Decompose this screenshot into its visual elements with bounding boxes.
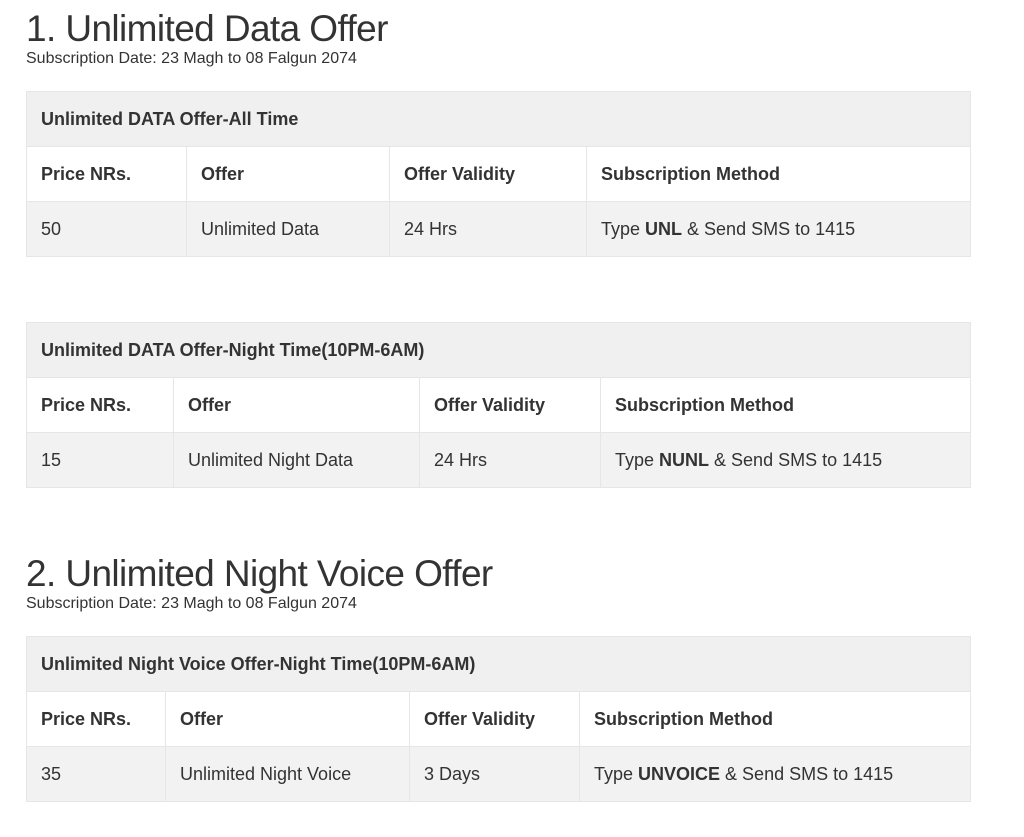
method-cell: Type NUNL & Send SMS to 1415 <box>599 432 972 488</box>
method-suffix: & Send SMS to 1415 <box>709 449 883 470</box>
section-title-night-voice: 2. Unlimited Night Voice Offer <box>26 553 493 594</box>
sms-keyword: UNL <box>645 218 683 239</box>
column-header-method: Subscription Method <box>578 691 972 747</box>
price-cell: 50 <box>26 201 187 257</box>
table-row: 15 Unlimited Night Data 24 Hrs Type NUNL… <box>26 432 972 488</box>
table-row: 35 Unlimited Night Voice 3 Days Type UNV… <box>26 746 972 802</box>
table-header-row: Price NRs. Offer Offer Validity Subscrip… <box>26 691 972 747</box>
column-header-offer: Offer <box>186 146 390 202</box>
table-caption: Unlimited Night Voice Offer-Night Time(1… <box>25 636 972 692</box>
offer-cell: Unlimited Night Data <box>173 432 420 488</box>
table-caption-row: Unlimited DATA Offer-All Time <box>25 91 972 147</box>
validity-cell: 24 Hrs <box>419 432 601 488</box>
subscription-date: Subscription Date: 23 Magh to 08 Falgun … <box>26 595 357 612</box>
column-header-validity: Offer Validity <box>409 691 580 747</box>
validity-cell: 3 Days <box>409 746 580 802</box>
table-caption-row: Unlimited DATA Offer-Night Time(10PM-6AM… <box>25 322 972 378</box>
offer-cell: Unlimited Data <box>186 201 390 257</box>
table-header-row: Price NRs. Offer Offer Validity Subscrip… <box>26 146 972 202</box>
sms-keyword: UNVOICE <box>638 763 721 784</box>
column-header-method: Subscription Method <box>599 377 972 433</box>
column-header-validity: Offer Validity <box>419 377 601 433</box>
offer-cell: Unlimited Night Voice <box>165 746 410 802</box>
offer-table-data-night-time: Unlimited DATA Offer-Night Time(10PM-6AM… <box>25 322 972 488</box>
table-row: 50 Unlimited Data 24 Hrs Type UNL & Send… <box>26 201 972 257</box>
table-caption: Unlimited DATA Offer-All Time <box>25 91 972 147</box>
subscription-date: Subscription Date: 23 Magh to 08 Falgun … <box>26 50 357 67</box>
table-caption: Unlimited DATA Offer-Night Time(10PM-6AM… <box>25 322 972 378</box>
column-header-price: Price NRs. <box>26 146 187 202</box>
price-cell: 15 <box>26 432 174 488</box>
method-cell: Type UNVOICE & Send SMS to 1415 <box>578 746 972 802</box>
method-suffix: & Send SMS to 1415 <box>682 218 856 239</box>
column-header-offer: Offer <box>165 691 410 747</box>
method-prefix: Type <box>594 763 639 784</box>
table-header-row: Price NRs. Offer Offer Validity Subscrip… <box>26 377 972 433</box>
column-header-offer: Offer <box>173 377 420 433</box>
column-header-price: Price NRs. <box>26 691 166 747</box>
offer-table-data-all-time: Unlimited DATA Offer-All Time Price NRs.… <box>25 91 972 257</box>
offer-table-night-voice: Unlimited Night Voice Offer-Night Time(1… <box>25 636 972 802</box>
table-caption-row: Unlimited Night Voice Offer-Night Time(1… <box>25 636 972 692</box>
section-title-unlimited-data: 1. Unlimited Data Offer <box>26 8 388 49</box>
validity-cell: 24 Hrs <box>389 201 587 257</box>
column-header-validity: Offer Validity <box>389 146 587 202</box>
method-suffix: & Send SMS to 1415 <box>720 763 894 784</box>
method-cell: Type UNL & Send SMS to 1415 <box>585 201 972 257</box>
sms-keyword: NUNL <box>659 449 710 470</box>
method-prefix: Type <box>615 449 660 470</box>
column-header-method: Subscription Method <box>585 146 972 202</box>
column-header-price: Price NRs. <box>26 377 174 433</box>
price-cell: 35 <box>26 746 166 802</box>
method-prefix: Type <box>601 218 646 239</box>
